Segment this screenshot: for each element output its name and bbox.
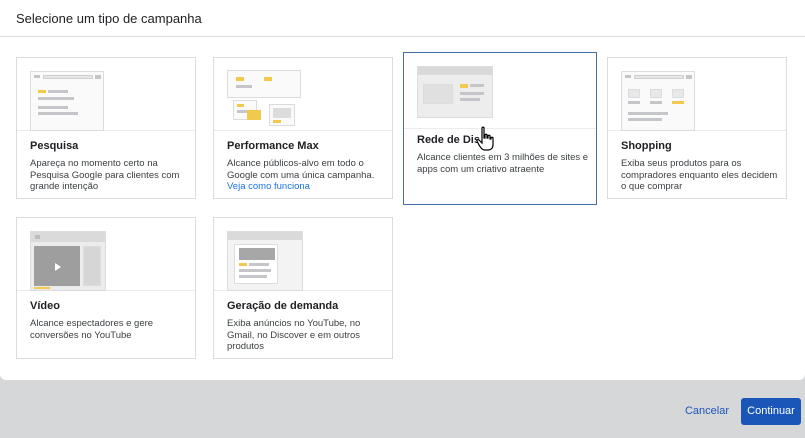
card-description-text: Alcance públicos-alvo em todo o Google c… — [227, 158, 375, 181]
campaign-card-video[interactable]: Vídeo Alcance espectadores e gere conver… — [16, 217, 196, 359]
demand-thumbnail — [214, 218, 392, 291]
card-description: Alcance públicos-alvo em todo o Google c… — [227, 158, 387, 193]
card-title: Performance Max — [227, 140, 319, 152]
dialog-title: Selecione um tipo de campanha — [16, 11, 202, 26]
card-description: Exiba seus produtos para os compradores … — [621, 158, 778, 192]
campaign-card-display[interactable]: Rede de Dis Alcance clientes em 3 milhõe… — [403, 52, 597, 205]
shopping-illustration-icon — [621, 71, 695, 131]
card-description: Exiba anúncios no YouTube, no Gmail, no … — [227, 318, 361, 352]
dialog-header: Selecione um tipo de campanha — [0, 0, 805, 37]
shopping-thumbnail — [608, 58, 786, 131]
search-illustration-icon — [30, 71, 104, 131]
display-thumbnail — [404, 53, 596, 129]
campaign-type-dialog: Selecione um tipo de campanha Pesquisa A… — [0, 0, 805, 380]
card-title: Shopping — [621, 140, 672, 152]
hand-cursor-icon — [476, 126, 494, 151]
display-illustration-icon — [417, 66, 493, 118]
cancel-button[interactable]: Cancelar — [676, 398, 738, 424]
campaign-card-shopping[interactable]: Shopping Exiba seus produtos para os com… — [607, 57, 787, 199]
campaign-card-demand-gen[interactable]: Geração de demanda Exiba anúncios no You… — [213, 217, 393, 359]
card-title: Rede de Dis — [417, 134, 480, 146]
card-description: Alcance clientes em 3 milhões de sites e… — [417, 152, 589, 175]
pmax-thumbnail — [214, 58, 392, 131]
card-title: Geração de demanda — [227, 300, 339, 312]
campaign-card-search[interactable]: Pesquisa Apareça no momento certo na Pes… — [16, 57, 196, 199]
video-thumbnail — [17, 218, 195, 291]
card-title: Pesquisa — [30, 140, 79, 152]
card-title: Vídeo — [30, 300, 60, 312]
demand-gen-illustration-icon — [227, 231, 303, 291]
card-description: Alcance espectadores e gere conversões n… — [30, 318, 154, 341]
search-thumbnail — [17, 58, 195, 131]
card-description: Apareça no momento certo na Pesquisa Goo… — [30, 158, 180, 192]
continue-button[interactable]: Continuar — [741, 398, 801, 425]
pmax-illustration-icon — [227, 70, 305, 130]
campaign-card-performance-max[interactable]: Performance Max Alcance públicos-alvo em… — [213, 57, 393, 199]
video-illustration-icon — [30, 231, 106, 291]
how-it-works-link[interactable]: Veja como funciona — [227, 181, 310, 192]
